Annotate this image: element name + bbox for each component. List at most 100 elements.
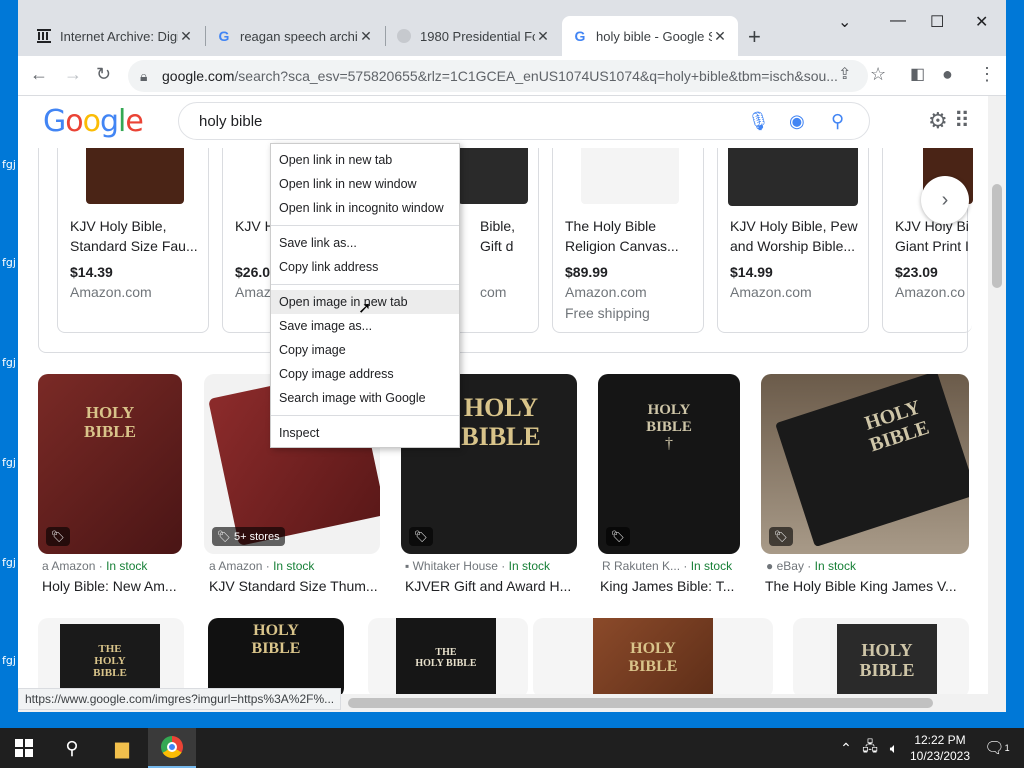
tab-title: 1980 Presidential For — [420, 28, 535, 44]
shopping-card[interactable]: The Holy Bible Religion Canvas... $89.99… — [552, 148, 704, 333]
google-logo[interactable]: Google — [43, 104, 144, 139]
tab-internet-archive[interactable]: Internet Archive: Digi ✕ — [26, 16, 204, 56]
shopping-card[interactable]: KJV Holy Bible, Standard Size Fau... $14… — [57, 148, 209, 333]
menu-copy-link-address[interactable]: Copy link address — [271, 255, 459, 279]
side-panel-icon[interactable]: ◧ — [910, 64, 925, 84]
result-source: ● eBay · In stock — [766, 559, 856, 573]
google-icon: G — [574, 28, 586, 44]
image-result[interactable]: HOLY BIBLE 🏷︎ — [761, 374, 969, 554]
book-cover-text: HOLY BIBLE — [251, 622, 301, 657]
notification-icon[interactable]: 🗨︎ 1 — [982, 728, 1012, 768]
address-bar[interactable]: 🔒︎ google.com/search?sca_esv=575820655&r… — [128, 60, 868, 92]
google-icon: G — [218, 28, 230, 44]
chrome-taskbar-icon[interactable] — [148, 728, 196, 768]
shopping-card[interactable]: KJV Holy Bi Giant Print I $23.09 Amazon.… — [882, 148, 973, 333]
system-clock[interactable]: 12:22 PM 10/23/2023 — [905, 732, 975, 764]
result-source: R Rakuten K... · In stock — [602, 559, 733, 573]
maximize-button[interactable]: ☐ — [930, 12, 944, 32]
image-result[interactable]: HOLY BIBLE 🏷︎ — [38, 374, 182, 554]
back-icon[interactable]: ← — [30, 64, 48, 85]
menu-copy-image-address[interactable]: Copy image address — [271, 362, 459, 386]
carousel-next-button[interactable]: › — [921, 176, 969, 224]
result-title[interactable]: The Holy Bible King James V... — [765, 578, 969, 594]
tag-icon: 🏷︎ — [606, 527, 630, 546]
book-cover-text: HOLY BIBLE † — [646, 402, 692, 452]
tab-1980-presidential[interactable]: 1980 Presidential For ✕ — [386, 16, 561, 56]
menu-search-image-google[interactable]: Search image with Google — [271, 386, 459, 410]
chrome-window: Internet Archive: Digi ✕ G reagan speech… — [18, 0, 1006, 712]
file-explorer-icon[interactable]: ▆ — [98, 728, 146, 768]
close-icon[interactable]: ✕ — [358, 28, 374, 45]
menu-inspect[interactable]: Inspect — [271, 421, 459, 445]
reload-icon[interactable]: ↻ — [96, 64, 111, 85]
stores-badge: 🏷︎ 5+ stores — [212, 527, 285, 546]
address-path: /search?sca_esv=575820655&rlz=1C1GCEA_en… — [234, 68, 838, 84]
product-store: Amazon.com — [565, 284, 647, 300]
vertical-scrollbar[interactable] — [988, 96, 1006, 694]
tag-icon: 🏷︎ — [46, 527, 70, 546]
settings-gear-icon[interactable]: ⚙ ⠿ — [928, 108, 970, 134]
close-icon[interactable]: ✕ — [178, 28, 194, 45]
tab-holy-bible[interactable]: G holy bible - Google S ✕ — [562, 16, 738, 56]
desktop-label: fgj — [2, 456, 16, 469]
product-price: $23.09 — [895, 264, 938, 280]
menu-separator — [271, 284, 459, 285]
search-input[interactable]: holy bible 🎙︎ ◉ ⚲ — [178, 102, 870, 140]
network-icon[interactable]: 🖧︎ — [860, 728, 880, 768]
product-title: KJV Holy Bible, Pew and Worship Bible... — [730, 218, 858, 254]
star-icon[interactable]: ☆ — [870, 64, 886, 85]
tab-title: holy bible - Google S — [596, 28, 712, 44]
share-icon[interactable]: ⇪ — [838, 64, 851, 84]
browser-toolbar: ← → ↻ 🔒︎ google.com/search?sca_esv=57582… — [18, 56, 1006, 96]
image-result[interactable]: THE HOLY BIBLE — [368, 618, 528, 694]
image-result[interactable]: HOLY BIBLE — [208, 618, 344, 694]
clock-date: 10/23/2023 — [909, 749, 971, 763]
volume-icon[interactable]: 🔈︎ — [884, 728, 904, 768]
chevron-up-icon[interactable]: ⌃ — [836, 728, 856, 768]
badge-label: 5+ stores — [234, 531, 280, 543]
menu-separator — [271, 225, 459, 226]
menu-copy-image[interactable]: Copy image — [271, 338, 459, 362]
search-query: holy bible — [199, 112, 263, 130]
tab-search-chevron-icon[interactable]: ⌄ — [838, 12, 851, 32]
menu-separator — [271, 415, 459, 416]
lock-icon: 🔒︎ — [140, 67, 148, 84]
product-title: KJV Holy Bible, Standard Size Fau... — [70, 218, 198, 254]
search-icon[interactable]: ⚲ — [48, 728, 96, 768]
result-title[interactable]: King James Bible: T... — [600, 578, 742, 594]
tag-icon: 🏷︎ — [769, 527, 793, 546]
result-source: a Amazon · In stock — [209, 559, 315, 573]
microphone-icon[interactable]: 🎙︎ — [747, 111, 770, 132]
menu-icon[interactable]: ⋮ — [978, 64, 996, 85]
desktop-label: fgj — [2, 158, 16, 171]
tab-reagan-speech[interactable]: G reagan speech archiv ✕ — [206, 16, 384, 56]
image-result[interactable]: HOLY BIBLE † 🏷︎ — [598, 374, 740, 554]
menu-save-link-as[interactable]: Save link as... — [271, 231, 459, 255]
clock-time: 12:22 PM — [914, 733, 966, 747]
menu-open-link-new-window[interactable]: Open link in new window — [271, 172, 459, 196]
result-title[interactable]: Holy Bible: New Am... — [42, 578, 184, 594]
shopping-carousel: KJV Holy Bible, Standard Size Fau... $14… — [38, 148, 973, 353]
status-bubble: https://www.google.com/imgres?imgurl=htt… — [18, 688, 342, 710]
forward-icon[interactable]: → — [64, 64, 82, 85]
image-result[interactable]: HOLY BIBLE — [793, 618, 969, 694]
product-title: KJV Holy Bi Giant Print I — [895, 218, 969, 254]
windows-start-icon[interactable] — [0, 728, 48, 768]
close-window-button[interactable]: ✕ — [975, 12, 988, 32]
close-icon[interactable]: ✕ — [712, 28, 728, 45]
tab-title: Internet Archive: Digi — [60, 28, 178, 44]
image-result[interactable]: HOLY BIBLE — [533, 618, 773, 694]
search-icon[interactable]: ⚲ — [831, 111, 844, 132]
menu-open-link-new-tab[interactable]: Open link in new tab — [271, 148, 459, 172]
menu-open-link-incognito[interactable]: Open link in incognito window — [271, 196, 459, 220]
shopping-card[interactable]: KJV Holy Bible, Pew and Worship Bible...… — [717, 148, 869, 333]
image-result[interactable]: THE HOLY BIBLE — [38, 618, 184, 694]
profile-icon[interactable]: ● — [942, 64, 953, 85]
product-price: $14.39 — [70, 264, 113, 280]
result-title[interactable]: KJVER Gift and Award H... — [405, 578, 577, 594]
close-icon[interactable]: ✕ — [535, 28, 551, 45]
result-title[interactable]: KJV Standard Size Thum... — [209, 578, 381, 594]
lens-icon[interactable]: ◉ — [789, 111, 805, 132]
new-tab-button[interactable]: + — [748, 24, 761, 50]
minimize-button[interactable]: — — [890, 12, 906, 30]
